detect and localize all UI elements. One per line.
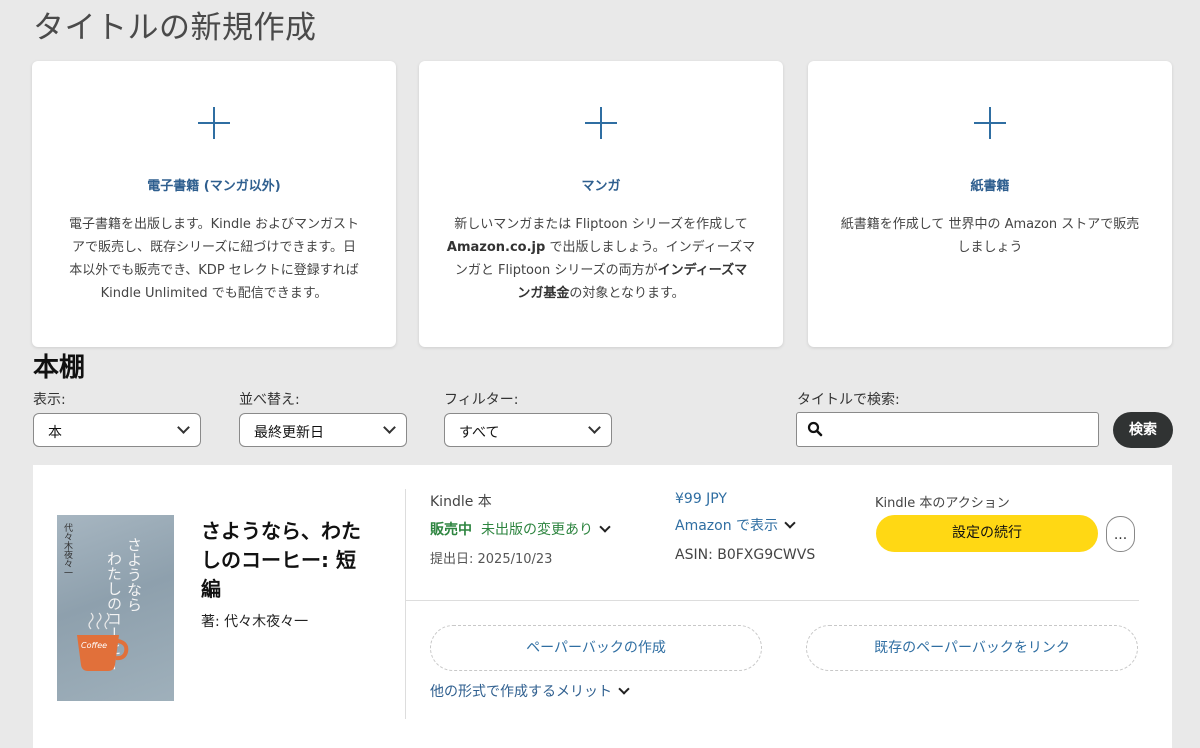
card-title: 電子書籍 (マンガ以外): [147, 179, 281, 194]
view-on-amazon-link[interactable]: Amazon で表示: [675, 515, 796, 535]
format-label: Kindle 本: [430, 494, 492, 510]
unpublished-changes-toggle[interactable]: 未出版の変更あり: [481, 519, 611, 539]
chevron-down-icon: [383, 421, 396, 434]
create-paperback-card[interactable]: 紙書籍 紙書籍を作成して 世界中の Amazon ストアで販売 しましょう: [808, 61, 1172, 347]
book-entry: 代々木夜々一 さようなら わたしのコーヒー Coffee さようなら、わた しの…: [33, 465, 1172, 748]
price-link[interactable]: ¥99 JPY: [675, 491, 727, 507]
other-formats-benefits-toggle[interactable]: 他の形式で作成するメリット: [430, 681, 630, 701]
view-label: 表示:: [33, 392, 66, 408]
chevron-down-icon: [588, 421, 601, 434]
card-description: 新しいマンガまたは Fliptoon シリーズを作成して Amazon.co.j…: [446, 217, 756, 301]
chevron-down-icon: [177, 421, 190, 434]
filter-label: フィルター:: [444, 392, 519, 408]
search-field[interactable]: [796, 412, 1099, 447]
create-paperback-button[interactable]: ペーパーバックの作成: [430, 625, 762, 671]
sort-select[interactable]: 最終更新日: [239, 413, 407, 447]
plus-icon: [974, 107, 1006, 139]
sort-label: 並べ替え:: [239, 392, 300, 408]
horizontal-divider: [406, 600, 1139, 601]
book-author: 著: 代々木夜々一: [201, 614, 309, 630]
asin: ASIN: B0FXG9CWVS: [675, 547, 816, 563]
chevron-down-icon: [618, 683, 630, 695]
book-title[interactable]: さようなら、わた しのコーヒー: 短 編: [201, 517, 381, 604]
view-select[interactable]: 本: [33, 413, 201, 447]
search-button[interactable]: 検索: [1113, 412, 1173, 448]
card-title: マンガ: [581, 179, 621, 194]
search-icon: [807, 421, 823, 437]
search-label: タイトルで検索:: [797, 392, 900, 408]
create-ebook-card[interactable]: 電子書籍 (マンガ以外) 電子書籍を出版します。Kindle およびマンガスト …: [32, 61, 396, 347]
bookshelf-title: 本棚: [33, 353, 86, 383]
card-description: 紙書籍を作成して 世界中の Amazon ストアで販売 しましょう: [840, 217, 1140, 255]
filter-select[interactable]: すべて: [444, 413, 612, 447]
create-manga-card[interactable]: マンガ 新しいマンガまたは Fliptoon シリーズを作成して Amazon.…: [419, 61, 783, 347]
link-paperback-button[interactable]: 既存のペーパーバックをリンク: [806, 625, 1138, 671]
book-cover[interactable]: 代々木夜々一 さようなら わたしのコーヒー Coffee: [57, 515, 174, 701]
actions-label: Kindle 本のアクション: [875, 496, 1010, 511]
search-input[interactable]: [827, 417, 1092, 442]
more-actions-button[interactable]: ...: [1106, 516, 1135, 552]
status-badge: 販売中: [430, 522, 472, 538]
vertical-divider: [405, 489, 406, 719]
page-title: タイトルの新規作成: [33, 10, 317, 46]
card-title: 紙書籍: [970, 179, 1010, 194]
chevron-down-icon: [599, 521, 611, 533]
continue-setup-button[interactable]: 設定の続行: [876, 515, 1098, 552]
chevron-down-icon: [784, 517, 796, 529]
plus-icon: [585, 107, 617, 139]
card-description: 電子書籍を出版します。Kindle およびマンガスト アで販売し、既存シリーズに…: [68, 217, 360, 301]
submitted-date: 提出日: 2025/10/23: [430, 552, 553, 567]
plus-icon: [198, 107, 230, 139]
